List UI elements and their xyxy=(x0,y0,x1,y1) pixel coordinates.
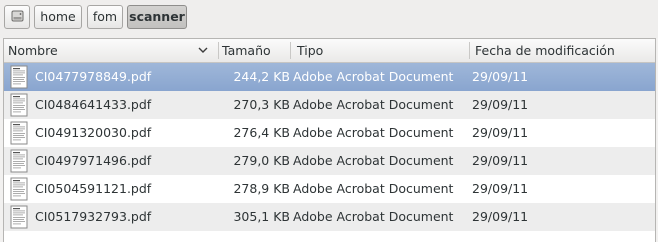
file-type: Adobe Acrobat Document xyxy=(293,125,454,140)
file-modified-date: 29/09/11 xyxy=(472,181,529,196)
column-header-name[interactable]: Nombre xyxy=(4,39,218,62)
breadcrumb-scanner[interactable]: scanner xyxy=(127,5,187,29)
file-row[interactable]: CI0477978849.pdf 244,2 KB Adobe Acrobat Do… xyxy=(4,63,655,91)
file-type: Adobe Acrobat Document xyxy=(293,69,454,84)
file-row[interactable]: CI0491320030.pdf 276,4 KB Adobe Acrobat Do… xyxy=(4,119,655,147)
file-type: Adobe Acrobat Document xyxy=(293,181,454,196)
pdf-document-icon xyxy=(10,149,28,173)
file-name: CI0491320030.pdf xyxy=(35,125,152,140)
file-row[interactable]: CI0517932793.pdf 305,1 KB Adobe Acrobat Do… xyxy=(4,203,655,231)
file-modified-date: 29/09/11 xyxy=(472,153,529,168)
pdf-document-icon xyxy=(10,121,28,145)
root-drive-button[interactable] xyxy=(4,5,30,29)
column-header-name-label: Nombre xyxy=(8,43,58,58)
file-size: 279,0 KB xyxy=(233,153,290,168)
file-name: CI0504591121.pdf xyxy=(35,181,152,196)
pdf-document-icon xyxy=(10,205,28,229)
file-type: Adobe Acrobat Document xyxy=(293,97,454,112)
drive-icon xyxy=(11,10,24,22)
file-name: CI0484641433.pdf xyxy=(35,97,152,112)
breadcrumb-home[interactable]: home xyxy=(34,5,82,29)
pdf-document-icon xyxy=(10,93,28,117)
file-list[interactable]: Nombre Tamaño Tipo Fecha de modificación… xyxy=(3,38,656,242)
file-modified-date: 29/09/11 xyxy=(472,125,529,140)
path-bar: home fom scanner xyxy=(0,0,658,38)
pdf-document-icon xyxy=(10,177,28,201)
file-modified-date: 29/09/11 xyxy=(472,69,529,84)
column-header-type[interactable]: Tipo xyxy=(293,39,469,62)
file-size: 305,1 KB xyxy=(233,209,290,224)
file-row[interactable]: CI0497971496.pdf 279,0 KB Adobe Acrobat Do… xyxy=(4,147,655,175)
file-modified-date: 29/09/11 xyxy=(472,97,529,112)
file-size: 244,2 KB xyxy=(233,69,290,84)
file-size: 270,3 KB xyxy=(233,97,290,112)
file-row[interactable]: CI0484641433.pdf 270,3 KB Adobe Acrobat Do… xyxy=(4,91,655,119)
column-separator[interactable] xyxy=(469,42,470,59)
sort-descending-icon xyxy=(198,47,208,53)
column-header-row: Nombre Tamaño Tipo Fecha de modificación xyxy=(4,39,655,63)
file-type: Adobe Acrobat Document xyxy=(293,209,454,224)
file-name: CI0477978849.pdf xyxy=(35,69,152,84)
file-row[interactable]: CI0504591121.pdf 278,9 KB Adobe Acrobat Do… xyxy=(4,175,655,203)
file-size: 278,9 KB xyxy=(233,181,290,196)
file-modified-date: 29/09/11 xyxy=(472,209,529,224)
file-type: Adobe Acrobat Document xyxy=(293,153,454,168)
breadcrumb-fom[interactable]: fom xyxy=(87,5,123,29)
pdf-document-icon xyxy=(10,65,28,89)
column-header-modified[interactable]: Fecha de modificación xyxy=(471,39,655,62)
file-name: CI0517932793.pdf xyxy=(35,209,152,224)
column-header-size[interactable]: Tamaño xyxy=(218,39,290,62)
column-separator[interactable] xyxy=(290,42,291,59)
file-size: 276,4 KB xyxy=(233,125,290,140)
file-name: CI0497971496.pdf xyxy=(35,153,152,168)
